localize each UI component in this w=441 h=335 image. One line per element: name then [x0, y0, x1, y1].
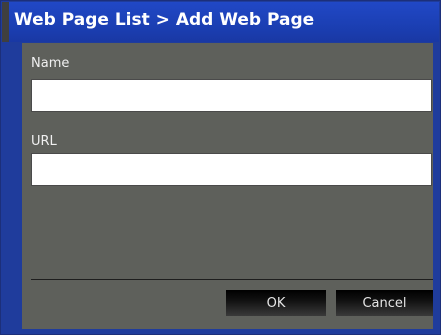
url-label: URL [31, 134, 57, 149]
cancel-button[interactable]: Cancel [336, 290, 433, 316]
dialog-body: Name URL OK Cancel [22, 43, 433, 329]
name-label: Name [31, 56, 70, 71]
name-input[interactable] [31, 79, 432, 112]
dialog-titlebar: Web Page List > Add Web Page [2, 2, 439, 42]
url-input[interactable] [31, 153, 432, 186]
dialog-title: Web Page List > Add Web Page [14, 10, 315, 30]
add-web-page-dialog: Web Page List > Add Web Page Name URL OK… [0, 0, 441, 335]
ok-button[interactable]: OK [226, 290, 326, 316]
titlebar-accent [2, 2, 9, 42]
footer-separator [31, 279, 433, 280]
